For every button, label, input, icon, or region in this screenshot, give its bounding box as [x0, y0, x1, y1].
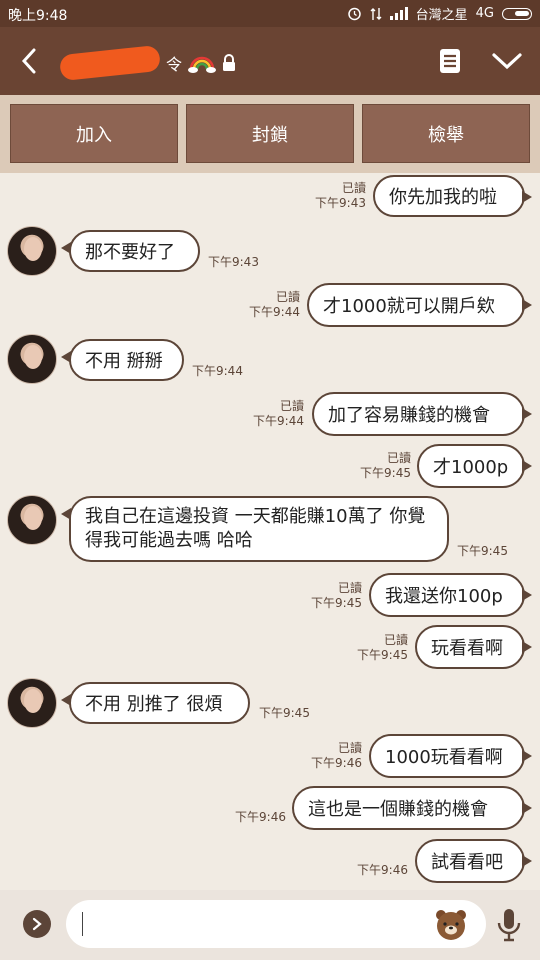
message-time: 下午9:46	[357, 863, 408, 877]
sticker-bear-icon[interactable]	[434, 907, 468, 941]
data-transfer-icon	[370, 7, 382, 20]
message-time: 下午9:43	[315, 196, 366, 210]
message-time: 下午9:45	[357, 648, 408, 662]
lock-icon	[223, 54, 236, 71]
block-button[interactable]: 封鎖	[186, 104, 354, 163]
message-time: 下午9:45	[311, 596, 362, 610]
message-meta: 已讀 下午9:46	[292, 741, 362, 771]
read-receipt: 已讀	[341, 181, 366, 195]
message-meta: 已讀 下午9:44	[230, 290, 300, 320]
report-button[interactable]: 檢舉	[362, 104, 530, 163]
text-caret	[82, 912, 83, 936]
read-receipt: 已讀	[383, 633, 408, 647]
menu-icon	[440, 49, 460, 73]
read-receipt: 已讀	[337, 741, 362, 755]
add-friend-button[interactable]: 加入	[10, 104, 178, 163]
message-bubble-out[interactable]: 我還送你100p	[369, 573, 532, 617]
read-receipt: 已讀	[279, 399, 304, 413]
message-bubble-out[interactable]: 試看看吧	[415, 839, 532, 883]
message-bubble-out[interactable]: 玩看看啊	[415, 625, 532, 669]
battery-icon	[502, 7, 532, 20]
back-button[interactable]	[14, 43, 44, 79]
message-time: 下午9:45	[457, 544, 508, 558]
message-time: 下午9:45	[360, 466, 411, 480]
message-time: 下午9:43	[208, 255, 259, 269]
message-bubble-out[interactable]: 才1000就可以開戶欸	[307, 283, 532, 327]
message-bubble-out[interactable]: 你先加我的啦	[373, 175, 532, 217]
message-input[interactable]	[66, 900, 486, 948]
expand-button[interactable]	[23, 910, 51, 938]
message-bubble-in[interactable]: 那不要好了	[61, 230, 200, 272]
carrier-name: 台灣之星	[415, 8, 468, 23]
chevron-right-icon	[32, 917, 42, 931]
avatar[interactable]	[7, 678, 57, 728]
signal-icon	[389, 7, 408, 20]
collapse-button[interactable]	[490, 45, 524, 77]
back-icon	[21, 48, 36, 74]
status-right: 台灣之星 4G	[347, 4, 532, 23]
chevron-down-icon	[492, 53, 522, 70]
input-bar	[0, 890, 540, 960]
message-meta: 已讀 下午9:44	[234, 399, 304, 429]
message-bubble-in[interactable]: 不用 掰掰	[61, 339, 184, 381]
message-meta: 已讀 下午9:43	[306, 181, 366, 211]
message-meta: 已讀 下午9:45	[341, 451, 411, 481]
rainbow-icon	[188, 56, 217, 73]
message-time: 下午9:44	[253, 414, 304, 428]
status-bar: 晚上9:48 台灣之星 4G	[0, 0, 540, 27]
read-receipt: 已讀	[386, 451, 411, 465]
alarm-icon	[347, 7, 361, 21]
message-bubble-out[interactable]: 加了容易賺錢的機會	[312, 392, 532, 436]
message-bubble-out[interactable]: 1000玩看看啊	[369, 734, 532, 778]
avatar[interactable]	[7, 495, 57, 545]
redacted-name	[58, 44, 162, 82]
status-time: 晚上9:48	[8, 8, 68, 24]
avatar[interactable]	[7, 226, 57, 276]
message-time: 下午9:44	[192, 364, 243, 378]
message-bubble-in[interactable]: 不用 別推了 很煩	[61, 682, 250, 724]
contact-name-suffix: 令	[166, 55, 183, 74]
network-type: 4G	[475, 6, 494, 21]
chat-area[interactable]: 已讀 下午9:43 你先加我的啦 那不要好了 下午9:43 已讀 下午9:44 …	[0, 173, 540, 890]
menu-button[interactable]	[436, 47, 464, 75]
message-meta: 已讀 下午9:45	[292, 581, 362, 611]
message-meta: 已讀 下午9:45	[338, 633, 408, 663]
message-bubble-out[interactable]: 這也是一個賺錢的機會	[292, 786, 532, 830]
action-bar: 加入 封鎖 檢舉	[0, 95, 540, 173]
read-receipt: 已讀	[275, 290, 300, 304]
message-bubble-in[interactable]: 我自己在這邊投資 一天都能賺10萬了 你覺得我可能過去嗎 哈哈	[61, 496, 449, 562]
message-bubble-out[interactable]: 才1000p	[417, 444, 532, 488]
message-time: 下午9:44	[249, 305, 300, 319]
chat-header: 令	[0, 27, 540, 95]
microphone-icon[interactable]	[496, 908, 522, 942]
contact-title[interactable]: 令	[58, 44, 236, 82]
message-time: 下午9:46	[311, 756, 362, 770]
message-time: 下午9:46	[235, 810, 286, 824]
message-time: 下午9:45	[259, 706, 310, 720]
avatar[interactable]	[7, 334, 57, 384]
read-receipt: 已讀	[337, 581, 362, 595]
